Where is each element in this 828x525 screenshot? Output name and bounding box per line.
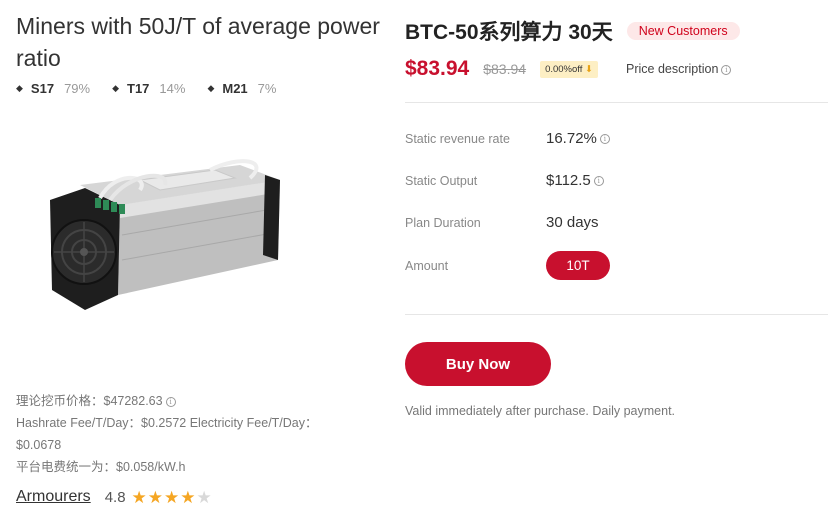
- diamond-bullet-icon: ◆: [112, 83, 120, 93]
- mix-percent: 14%: [159, 81, 186, 96]
- spec-label: Static Output: [405, 173, 478, 188]
- valid-note: Valid immediately after purchase. Daily …: [405, 404, 676, 418]
- divider: [405, 102, 828, 103]
- hashrate-fee-line: Hashrate Fee/T/Day：$0.2572 Electricity F…: [16, 416, 318, 452]
- buy-now-button[interactable]: Buy Now: [405, 342, 551, 386]
- mix-item-t17: ◆ T17 14%: [112, 81, 185, 96]
- miner-product-image: [50, 159, 280, 310]
- price-description-text: Price description: [626, 62, 719, 76]
- electricity-rate-line: 平台电费统一为：$0.058/kW.h: [16, 460, 186, 474]
- coin-price-text: 理论挖币价格：$47282.63: [16, 394, 163, 408]
- new-customers-badge: New Customers: [626, 22, 740, 40]
- star-icon: ★: [180, 487, 196, 507]
- diamond-bullet-icon: ◆: [207, 83, 215, 93]
- miner-mix-title: Miners with 50J/T of average power ratio: [16, 13, 380, 71]
- star-icon: ★: [147, 487, 164, 507]
- brand-rating-row: Armourers 4.8 ★ ★ ★ ★ ★: [16, 488, 213, 506]
- mix-item-s17: ◆ S17 79%: [16, 81, 90, 96]
- star-icon: ★: [164, 487, 180, 507]
- product-detail-panel: BTC-50系列算力 30天 New Customers $83.94 $83.…: [405, 0, 828, 525]
- mix-model: M21: [222, 81, 248, 96]
- product-gallery-panel: Miners with 50J/T of average power ratio…: [0, 0, 390, 525]
- spec-amount: Amount 10T: [405, 251, 610, 280]
- mix-model: S17: [30, 81, 55, 96]
- brand-link[interactable]: Armourers: [16, 488, 91, 506]
- spec-label: Static revenue rate: [405, 131, 510, 146]
- current-price: $83.94: [405, 57, 470, 80]
- mix-percent: 79%: [64, 81, 91, 96]
- original-price: $83.94: [483, 61, 527, 77]
- price-description-link[interactable]: Price description i: [626, 62, 732, 76]
- spec-value: 16.72%: [546, 130, 597, 147]
- spec-value: $112.5: [546, 172, 591, 189]
- discount-badge: 0.00%off ⬇: [540, 60, 598, 78]
- product-title-row: BTC-50系列算力 30天 New Customers: [405, 16, 740, 46]
- spec-label: Amount: [405, 258, 449, 273]
- mix-item-m21: ◆ M21 7%: [207, 81, 276, 96]
- amount-option-10t[interactable]: 10T: [546, 251, 610, 280]
- info-icon[interactable]: i: [165, 396, 176, 407]
- info-icon[interactable]: i: [599, 133, 610, 144]
- spec-plan-duration: Plan Duration 30 days: [405, 214, 599, 231]
- mix-model: T17: [127, 81, 150, 96]
- spec-static-output: Static Output $112.5 i: [405, 172, 604, 189]
- down-arrow-icon: ⬇: [585, 63, 593, 75]
- coin-price-line: 理论挖币价格：$47282.63 i: [16, 390, 356, 412]
- discount-text: 0.00%off: [545, 63, 583, 75]
- star-icon: ★: [196, 487, 212, 507]
- rating-stars: ★ ★ ★ ★ ★: [132, 489, 213, 506]
- spec-static-revenue-rate: Static revenue rate 16.72% i: [405, 130, 610, 147]
- mix-percent: 7%: [257, 81, 277, 96]
- product-title: BTC-50系列算力 30天: [405, 21, 613, 44]
- price-row: $83.94 $83.94 0.00%off ⬇ Price descripti…: [405, 57, 732, 81]
- spec-label: Plan Duration: [405, 215, 481, 230]
- star-icon: ★: [131, 487, 147, 507]
- miner-mix-list: ◆ S17 79% ◆ T17 14% ◆ M21 7%: [16, 81, 298, 96]
- info-icon[interactable]: i: [593, 175, 604, 186]
- fee-info: 理论挖币价格：$47282.63 i Hashrate Fee/T/Day：$0.…: [16, 390, 356, 478]
- info-icon[interactable]: i: [721, 64, 732, 75]
- spec-value: 30 days: [546, 214, 599, 231]
- rating-value: 4.8: [104, 488, 126, 506]
- divider: [405, 314, 828, 315]
- diamond-bullet-icon: ◆: [16, 83, 23, 93]
